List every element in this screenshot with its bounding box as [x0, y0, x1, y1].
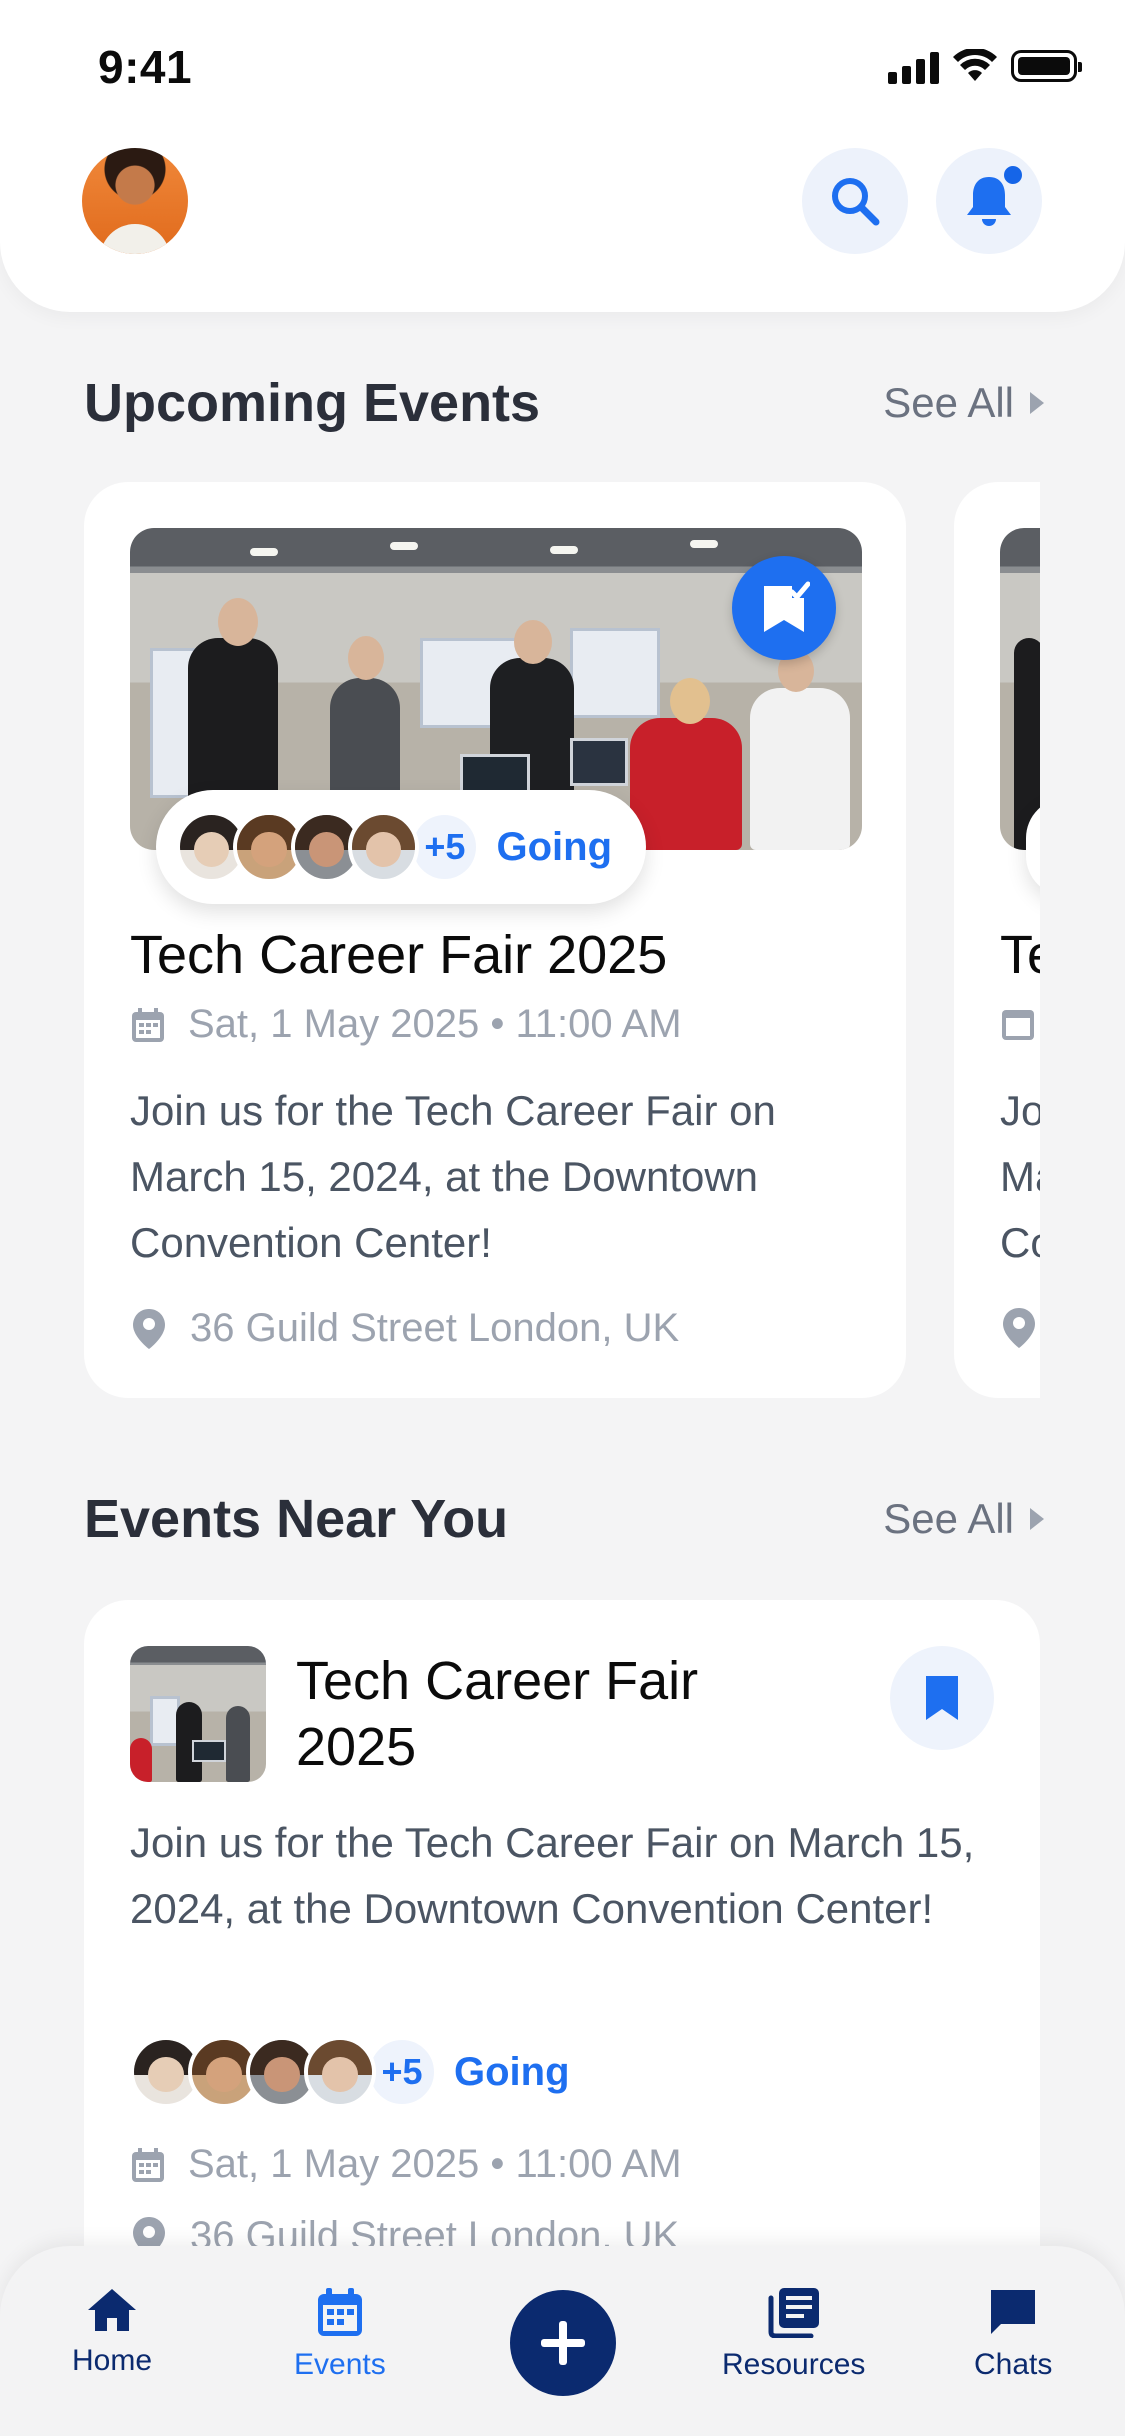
- status-time: 9:41: [98, 41, 193, 93]
- home-icon: [88, 2289, 137, 2331]
- event-title: Tech Career Fair 2025: [296, 1651, 699, 1777]
- bookmark-check-icon: [764, 581, 810, 632]
- event-location: 36 Guild Street London, UK: [190, 1306, 680, 1350]
- nav-chats[interactable]: Chats: [974, 2286, 1052, 2382]
- event-date-row: Sat, 1 May 2025 • 11:00 AM: [130, 1002, 682, 1047]
- chat-icon: [991, 2290, 1036, 2334]
- notifications-button[interactable]: [936, 148, 1042, 254]
- going-label: Going: [496, 824, 613, 869]
- see-all-near-link[interactable]: See All: [883, 1495, 1044, 1543]
- attendees-row[interactable]: +5 Going: [130, 2036, 570, 2108]
- event-title: Tech Career Fair 2025: [130, 925, 668, 985]
- screen: 9:41 Upcoming Events See All +5 Going Te…: [0, 0, 1125, 2436]
- extra-attendees-count: +5: [366, 2036, 438, 2108]
- event-date: Sat, 1 May 2025 • 11:00 AM: [188, 2142, 682, 2186]
- see-all-label: See All: [883, 379, 1014, 426]
- user-avatar[interactable]: [82, 148, 188, 254]
- nav-label: Resources: [722, 2348, 866, 2381]
- search-icon: [832, 178, 880, 226]
- status-icons: [888, 48, 1082, 84]
- wifi-icon: [953, 49, 997, 81]
- create-event-button[interactable]: [510, 2290, 616, 2396]
- calendar-icon: [132, 2147, 164, 2182]
- attendees-pill[interactable]: +5 Going: [156, 790, 646, 904]
- see-all-label: See All: [883, 1495, 1014, 1542]
- extra-attendees-count: +5: [409, 811, 481, 883]
- event-location-row: 36 Guild Street London, UK: [130, 1306, 679, 1351]
- event-description: Join us for the Tech Career Fair on Marc…: [130, 1087, 776, 1266]
- calendar-icon: [1002, 1010, 1034, 1040]
- section-title: Upcoming Events: [84, 373, 541, 433]
- event-date-row: Sat, 1 May 2025 • 11:00 AM: [130, 2142, 682, 2187]
- upcoming-event-card[interactable]: +5 Going Tech Career Fair 2025 Sat, 1 Ma…: [84, 482, 906, 1398]
- nav-events[interactable]: Events: [294, 2286, 386, 2382]
- event-description-partial: Jo Ma Co: [1000, 1087, 1040, 1266]
- battery-icon: [1011, 50, 1082, 82]
- top-header: 9:41: [0, 0, 1125, 312]
- chevron-right-icon: [1030, 1508, 1044, 1530]
- event-description: Join us for the Tech Career Fair on Marc…: [130, 1819, 975, 1932]
- search-button[interactable]: [802, 148, 908, 254]
- calendar-icon: [132, 1007, 164, 1042]
- nav-home[interactable]: Home: [72, 2286, 152, 2378]
- location-pin-icon: [1003, 1308, 1035, 1348]
- attendee-avatar: [347, 811, 420, 883]
- nav-resources[interactable]: Resources: [722, 2286, 865, 2382]
- event-date: Sat, 1 May 2025 • 11:00 AM: [188, 1002, 682, 1046]
- plus-icon: [541, 2321, 585, 2365]
- nav-label: Home: [72, 2344, 153, 2377]
- event-title: Te: [1000, 925, 1040, 985]
- location-pin-icon: [133, 1308, 165, 1349]
- bookmark-icon: [926, 1676, 958, 1720]
- upcoming-events-header: Upcoming Events See All: [84, 372, 1044, 434]
- notification-dot: [1000, 162, 1026, 188]
- nearby-event-card[interactable]: Tech Career Fair 2025 Join us for the Te…: [84, 1600, 1040, 2300]
- nav-label: Events: [294, 2348, 386, 2381]
- section-title: Events Near You: [84, 1489, 509, 1549]
- calendar-icon: [317, 2288, 362, 2336]
- nav-label: Chats: [974, 2348, 1053, 2381]
- signal-icon: [888, 48, 939, 84]
- event-thumbnail: [130, 1646, 266, 1782]
- bookmark-button[interactable]: [890, 1646, 994, 1750]
- event-photo: [1000, 528, 1040, 850]
- upcoming-event-card-next[interactable]: Te Jo Ma Co: [954, 482, 1040, 1398]
- events-near-header: Events Near You See All: [84, 1488, 1044, 1550]
- going-label: Going: [454, 2049, 570, 2094]
- chevron-right-icon: [1030, 392, 1044, 414]
- bookmark-button[interactable]: [732, 556, 836, 660]
- newspaper-icon: [768, 2288, 819, 2338]
- attendee-avatar: [304, 2036, 376, 2108]
- see-all-upcoming-link[interactable]: See All: [883, 379, 1044, 427]
